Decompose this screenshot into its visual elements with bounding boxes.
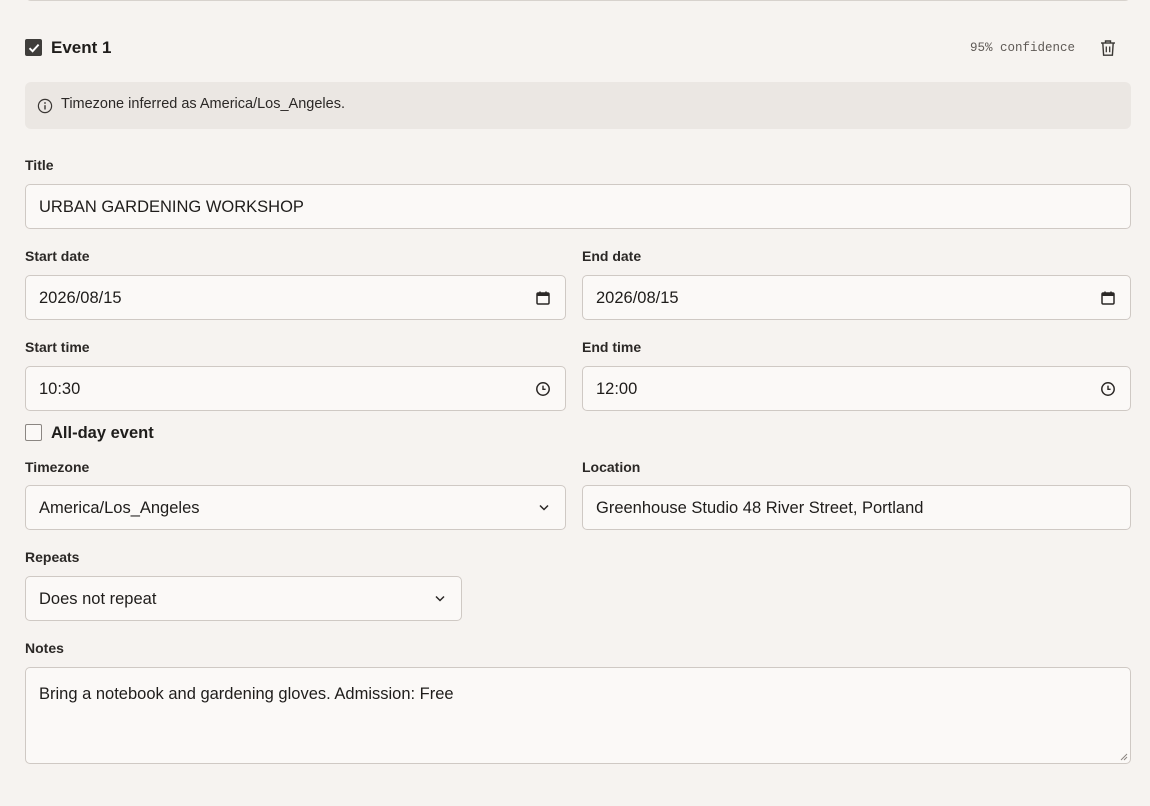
chevron-down-icon: [539, 504, 549, 511]
title-label: Title: [25, 157, 54, 173]
calendar-icon[interactable]: [1100, 290, 1116, 306]
clock-icon[interactable]: [535, 381, 551, 397]
start-date-label: Start date: [25, 248, 90, 264]
event-header: Event 1 95% confidence: [25, 36, 1131, 60]
timezone-info-banner: Timezone inferred as America/Los_Angeles…: [25, 82, 1131, 129]
notes-label: Notes: [25, 640, 64, 656]
event-select-checkbox[interactable]: [25, 39, 42, 56]
end-time-value: 12:00: [596, 380, 638, 398]
resize-handle-icon[interactable]: [1119, 752, 1128, 761]
title-input[interactable]: URBAN GARDENING WORKSHOP: [25, 184, 1131, 229]
calendar-icon[interactable]: [535, 290, 551, 306]
repeats-label: Repeats: [25, 549, 80, 565]
notes-value: Bring a notebook and gardening gloves. A…: [39, 685, 454, 703]
notes-textarea[interactable]: Bring a notebook and gardening gloves. A…: [25, 667, 1131, 764]
start-date-input[interactable]: 2026/08/15: [25, 275, 566, 320]
title-value: URBAN GARDENING WORKSHOP: [39, 198, 304, 216]
all-day-label[interactable]: All-day event: [51, 424, 154, 443]
location-value: Greenhouse Studio 48 River Street, Portl…: [596, 499, 924, 517]
end-date-label: End date: [582, 248, 642, 264]
start-time-value: 10:30: [39, 380, 81, 398]
end-date-input[interactable]: 2026/08/15: [582, 275, 1131, 320]
location-label: Location: [582, 459, 641, 475]
repeats-select[interactable]: Does not repeat: [25, 576, 462, 621]
checkbox-checked-icon: [28, 43, 40, 53]
end-time-input[interactable]: 12:00: [582, 366, 1131, 411]
chevron-down-icon: [435, 595, 445, 602]
start-time-label: Start time: [25, 339, 90, 355]
info-message: Timezone inferred as America/Los_Angeles…: [61, 96, 345, 112]
end-time-label: End time: [582, 339, 642, 355]
trash-icon: [1101, 40, 1115, 56]
start-date-value: 2026/08/15: [39, 289, 122, 307]
timezone-select[interactable]: America/Los_Angeles: [25, 485, 566, 530]
repeats-value: Does not repeat: [39, 590, 157, 608]
start-time-input[interactable]: 10:30: [25, 366, 566, 411]
info-icon: [37, 98, 53, 114]
clock-icon[interactable]: [1100, 381, 1116, 397]
previous-card-edge: [25, 0, 1131, 1]
event-title: Event 1: [51, 38, 112, 57]
location-input[interactable]: Greenhouse Studio 48 River Street, Portl…: [582, 485, 1131, 530]
confidence-badge: 95% confidence: [969, 41, 1075, 55]
timezone-label: Timezone: [25, 459, 90, 475]
delete-event-button[interactable]: [1099, 38, 1117, 58]
end-date-value: 2026/08/15: [596, 289, 679, 307]
timezone-value: America/Los_Angeles: [39, 499, 200, 517]
all-day-checkbox[interactable]: [25, 424, 42, 441]
